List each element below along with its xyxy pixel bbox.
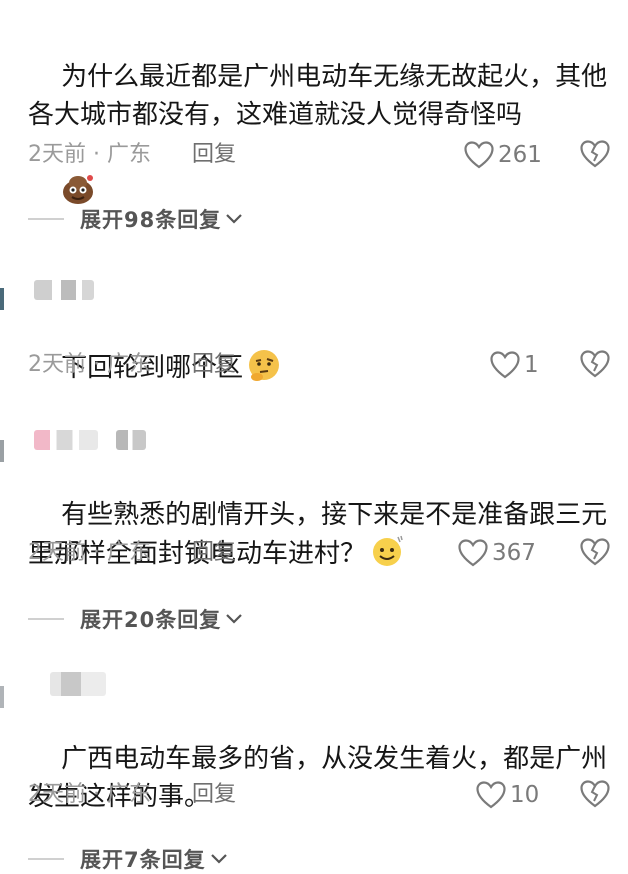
like-count: 261 (498, 142, 542, 168)
heart-outline-icon (458, 539, 488, 567)
chevron-down-icon (226, 614, 243, 624)
avatar-edge (0, 686, 4, 708)
comment-text: 有些熟悉的剧情开头，接下来是不是准备跟三元里那样全面封锁电动车进村？ (28, 500, 608, 569)
comment-meta: 2天前 · 广东 (28, 782, 151, 807)
like-button[interactable]: 10 (476, 780, 539, 810)
comment-text: 广西电动车最多的省，从没发生着火，都是广州发生这样的事。 (28, 744, 608, 812)
heart-outline-icon (490, 351, 520, 379)
comment-3: 有些熟悉的剧情开头，接下来是不是准备跟三元里那样全面封锁电动车进村？ 2天前 ·… (0, 420, 628, 640)
expand-divider (28, 858, 64, 860)
like-button[interactable]: 261 (464, 140, 542, 170)
chevron-down-icon (226, 214, 243, 224)
thinking-face-emoji-icon (249, 350, 280, 381)
smile-sweat-emoji-icon (373, 535, 403, 566)
username-blurred (34, 280, 94, 300)
comment-meta: 2天前 · 广东 (28, 142, 151, 167)
avatar-edge (0, 288, 4, 310)
broken-heart-icon (580, 780, 610, 808)
dislike-button[interactable] (580, 538, 612, 570)
like-count: 10 (510, 782, 540, 808)
expand-replies-label: 展开98条回复 (80, 208, 222, 232)
reply-button[interactable]: 回复 (192, 780, 236, 810)
comment-4: 广西电动车最多的省，从没发生着火，都是广州发生这样的事。 2天前 · 广东 回复… (0, 664, 628, 874)
heart-outline-icon (476, 781, 506, 809)
poop-face-emoji-icon (63, 175, 94, 204)
like-count: 367 (492, 540, 536, 566)
expand-divider (28, 218, 64, 220)
dislike-button[interactable] (580, 140, 612, 172)
dislike-button[interactable] (580, 780, 612, 812)
like-button[interactable]: 367 (458, 538, 536, 568)
comment-meta: 2天前 · 广东 (28, 352, 151, 377)
heart-outline-icon (464, 141, 494, 169)
comment-1: 为什么最近都是广州电动车无缘无故起火，其他各大城市都没有，这难道就没人觉得奇怪吗… (0, 0, 628, 250)
reply-button[interactable]: 回复 (192, 140, 236, 170)
expand-replies-button[interactable]: 展开7条回复 (28, 844, 228, 874)
expand-replies-label: 展开20条回复 (80, 608, 222, 632)
expand-replies-label: 展开7条回复 (80, 848, 206, 872)
chevron-down-icon (210, 854, 227, 864)
like-button[interactable]: 1 (490, 350, 539, 380)
username-blurred (116, 430, 146, 450)
username-blurred (50, 672, 106, 696)
username-blurred (34, 430, 98, 450)
expand-divider (28, 618, 64, 620)
broken-heart-icon (580, 538, 610, 566)
broken-heart-icon (580, 140, 610, 168)
expand-replies-button[interactable]: 展开20条回复 (28, 604, 243, 634)
dislike-button[interactable] (580, 350, 612, 382)
expand-replies-button[interactable]: 展开98条回复 (28, 204, 243, 234)
reply-button[interactable]: 回复 (192, 350, 236, 380)
comment-2: 下回轮到哪个区 2天前 · 广东 回复 1 (0, 270, 628, 400)
avatar-edge (0, 440, 4, 462)
reply-button[interactable]: 回复 (192, 538, 236, 568)
like-count: 1 (524, 352, 539, 378)
broken-heart-icon (580, 350, 610, 378)
comment-meta: 2天前 · 广东 (28, 540, 151, 565)
